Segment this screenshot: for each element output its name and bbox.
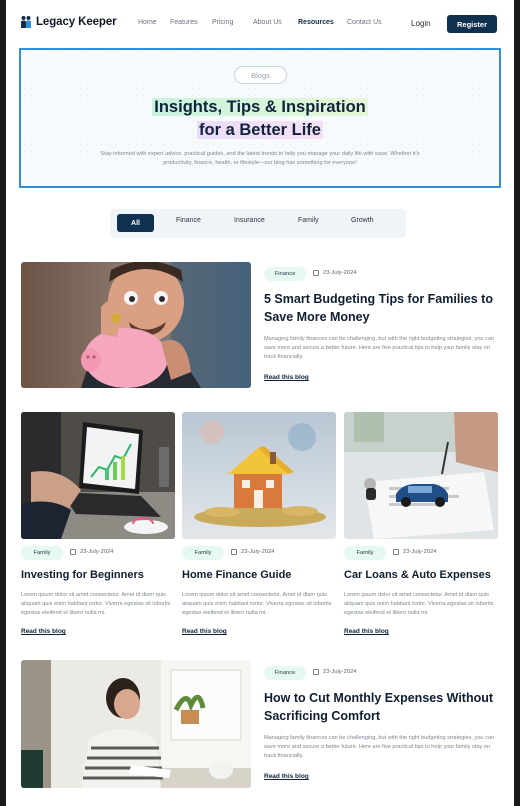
post-excerpt: Lorem ipsum dolor sit amet consectetur. … xyxy=(21,592,171,616)
post-date-text: 23-July-2024 xyxy=(323,270,357,276)
post-title[interactable]: Investing for Beginners xyxy=(21,569,144,581)
calendar-icon xyxy=(231,549,237,555)
nav-about-us[interactable]: About Us xyxy=(253,19,282,26)
read-blog-link[interactable]: Read this blog xyxy=(264,374,309,381)
nav-resources[interactable]: Resources xyxy=(298,19,334,26)
post-date: 23-July-2024 xyxy=(313,669,357,675)
category-badge[interactable]: Finance xyxy=(264,666,306,680)
register-button[interactable]: Register xyxy=(447,15,497,33)
category-badge[interactable]: Family xyxy=(182,546,224,560)
tab-all[interactable]: All xyxy=(117,214,154,232)
calendar-icon xyxy=(313,270,319,276)
read-blog-link[interactable]: Read this blog xyxy=(344,628,389,635)
post-image-laptop[interactable] xyxy=(21,412,175,539)
nav-features[interactable]: Features xyxy=(170,19,198,26)
hero-title: Insights, Tips & Inspiration for a Bette… xyxy=(21,96,499,142)
tab-family[interactable]: Family xyxy=(298,217,319,224)
post-title[interactable]: Home Finance Guide xyxy=(182,569,291,581)
header: Legacy Keeper Home Features Pricing Abou… xyxy=(6,0,514,48)
post-image-house[interactable] xyxy=(182,412,336,539)
nav-contact-us[interactable]: Contact Us xyxy=(347,19,382,26)
category-badge[interactable]: Finance xyxy=(264,267,306,281)
calendar-icon xyxy=(313,669,319,675)
post-excerpt: Managing family finances can be challeng… xyxy=(264,735,495,759)
post-image-woman-reading[interactable] xyxy=(21,660,251,788)
family-logo-icon xyxy=(20,15,32,29)
post-date-text: 23-July-2024 xyxy=(241,549,275,555)
category-filter: All Finance Insurance Family Growth xyxy=(110,209,406,238)
hero-title-line2: for a Better Life xyxy=(197,121,323,139)
brand-name: Legacy Keeper xyxy=(36,16,117,28)
post-excerpt: Managing family finances can be challeng… xyxy=(264,336,495,360)
post-date-text: 23-July-2024 xyxy=(80,549,114,555)
calendar-icon xyxy=(393,549,399,555)
read-blog-link[interactable]: Read this blog xyxy=(21,628,66,635)
post-excerpt: Lorem ipsum dolor sit amet consectetur. … xyxy=(344,592,494,616)
calendar-icon xyxy=(70,549,76,555)
hero-title-line1: Insights, Tips & Inspiration xyxy=(152,98,368,116)
tab-growth[interactable]: Growth xyxy=(351,217,374,224)
tab-insurance[interactable]: Insurance xyxy=(234,217,265,224)
category-badge[interactable]: Family xyxy=(344,546,386,560)
nav-pricing[interactable]: Pricing xyxy=(212,19,233,26)
post-excerpt: Lorem ipsum dolor sit amet consectetur. … xyxy=(182,592,332,616)
post-date-text: 23-July-2024 xyxy=(403,549,437,555)
post-date: 23-July-2024 xyxy=(313,270,357,276)
tab-finance[interactable]: Finance xyxy=(176,217,201,224)
page: Legacy Keeper Home Features Pricing Abou… xyxy=(6,0,514,806)
post-title[interactable]: How to Cut Monthly Expenses Without Sacr… xyxy=(264,689,504,725)
post-date-text: 23-July-2024 xyxy=(323,669,357,675)
post-date: 23-July-2024 xyxy=(231,549,275,555)
logo[interactable]: Legacy Keeper xyxy=(20,15,117,29)
read-blog-link[interactable]: Read this blog xyxy=(182,628,227,635)
post-date: 23-July-2024 xyxy=(393,549,437,555)
category-badge[interactable]: Family xyxy=(21,546,63,560)
hero-section: Blogs Insights, Tips & Inspiration for a… xyxy=(19,48,501,188)
login-link[interactable]: Login xyxy=(411,19,431,28)
blogs-pill: Blogs xyxy=(234,66,287,84)
post-image-piggy-bank[interactable] xyxy=(21,262,251,388)
post-date: 23-July-2024 xyxy=(70,549,114,555)
nav-home[interactable]: Home xyxy=(138,19,157,26)
post-image-car[interactable] xyxy=(344,412,498,539)
post-title[interactable]: Car Loans & Auto Expenses xyxy=(344,569,491,581)
hero-subtitle: Stay informed with expert advice, practi… xyxy=(100,151,420,166)
post-title[interactable]: 5 Smart Budgeting Tips for Families to S… xyxy=(264,290,504,326)
read-blog-link[interactable]: Read this blog xyxy=(264,773,309,780)
